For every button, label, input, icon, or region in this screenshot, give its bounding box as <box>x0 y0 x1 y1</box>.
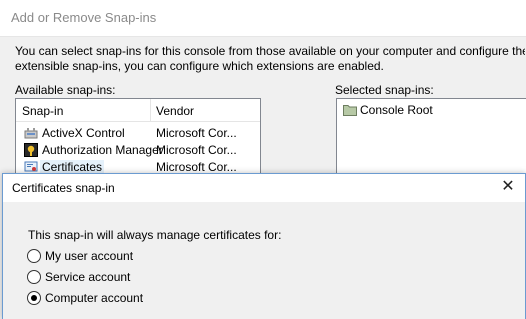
title-bar: Certificates snap-in ✕ <box>3 174 525 202</box>
activex-control-icon <box>24 126 38 140</box>
title-bar: Add or Remove Snap-ins <box>0 0 526 37</box>
snapin-name: Authorization Manager <box>42 143 163 157</box>
column-header-snapin[interactable]: Snap-in <box>22 104 63 118</box>
radio-circle[interactable] <box>27 270 41 284</box>
dialog-title: Add or Remove Snap-ins <box>11 10 157 25</box>
close-button[interactable]: ✕ <box>491 174 525 202</box>
radio-label[interactable]: Computer account <box>45 291 143 305</box>
list-header: Snap-in Vendor <box>16 99 260 122</box>
list-item-authorization-manager[interactable]: Authorization Manager Microsoft Cor... <box>16 142 260 159</box>
snapin-vendor: Microsoft Cor... <box>156 126 237 140</box>
radio-circle[interactable] <box>27 249 41 263</box>
intro-text: This snap-in will always manage certific… <box>28 228 282 242</box>
snapin-name: Certificates <box>40 160 105 174</box>
description-line-2: extensible snap-ins, you can configure w… <box>15 59 384 73</box>
dialog-body: This snap-in will always manage certific… <box>3 202 525 319</box>
column-header-vendor[interactable]: Vendor <box>156 104 194 118</box>
snapin-vendor: Microsoft Cor... <box>156 160 237 174</box>
column-divider[interactable] <box>150 99 151 121</box>
snapin-name: ActiveX Control <box>42 126 125 140</box>
selected-item-label: Console Root <box>360 103 433 117</box>
certificates-icon <box>24 160 38 174</box>
authorization-manager-icon <box>24 143 38 157</box>
snapin-vendor: Microsoft Cor... <box>156 143 237 157</box>
radio-circle[interactable] <box>27 291 41 305</box>
description-line-1: You can select snap-ins for this console… <box>15 44 525 58</box>
radio-label[interactable]: My user account <box>45 249 133 263</box>
folder-icon <box>343 103 357 116</box>
radio-label[interactable]: Service account <box>45 270 130 284</box>
radio-selected-dot <box>31 295 37 301</box>
available-snapins-label: Available snap-ins: <box>15 83 116 97</box>
dialog-title: Certificates snap-in <box>12 181 115 195</box>
certificates-snapin-dialog: Certificates snap-in ✕ This snap-in will… <box>2 173 526 319</box>
list-item-activex-control[interactable]: ActiveX Control Microsoft Cor... <box>16 125 260 142</box>
dialog-description: You can select snap-ins for this console… <box>15 44 525 74</box>
selected-snapins-label: Selected snap-ins: <box>335 83 434 97</box>
